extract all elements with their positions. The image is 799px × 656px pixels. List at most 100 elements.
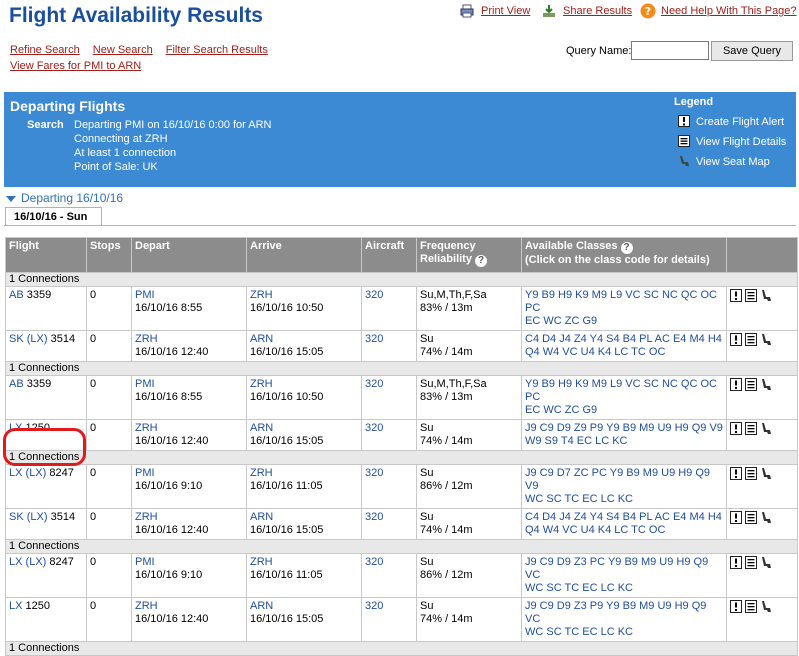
- depart-airport-link[interactable]: ZRH: [135, 422, 158, 434]
- new-search-link[interactable]: New Search: [93, 44, 153, 56]
- save-query-button[interactable]: Save Query: [711, 41, 793, 61]
- query-name-input[interactable]: [631, 41, 709, 60]
- seat-map-icon[interactable]: [760, 467, 772, 480]
- refine-search-link[interactable]: Refine Search: [10, 44, 80, 56]
- class-codes[interactable]: WC SC TC EC LC KC: [525, 582, 633, 594]
- depart-airport-link[interactable]: ZRH: [135, 600, 158, 612]
- create-alert-icon[interactable]: [730, 511, 742, 524]
- classes-cell[interactable]: Y9 B9 H9 K9 M9 L9 VC SC NC QC OC PC EC WC…: [521, 286, 727, 331]
- depart-airport-link[interactable]: ZRH: [135, 333, 158, 345]
- carrier-link[interactable]: LX: [9, 600, 22, 612]
- seat-map-icon[interactable]: [760, 600, 772, 613]
- aircraft-link[interactable]: 320: [365, 378, 383, 390]
- operator-link[interactable]: (LX): [27, 511, 48, 523]
- flight-details-icon[interactable]: [745, 378, 757, 391]
- depart-airport-link[interactable]: PMI: [135, 289, 155, 301]
- create-alert-icon[interactable]: [730, 467, 742, 480]
- classes-cell[interactable]: J9 C9 D9 Z9 P9 Y9 B9 M9 U9 H9 Q9 V9 W9 S9…: [521, 419, 727, 451]
- class-codes[interactable]: J9 C9 D7 ZC PC Y9 B9 M9 U9 H9 Q9 V9: [525, 467, 710, 492]
- tab-date-sunday[interactable]: 16/10/16 - Sun: [5, 207, 102, 226]
- seat-map-icon[interactable]: [760, 422, 772, 435]
- flight-details-icon[interactable]: [745, 600, 757, 613]
- share-icon[interactable]: [542, 4, 556, 18]
- seat-map-icon[interactable]: [760, 289, 772, 302]
- class-codes[interactable]: WC SC TC EC LC KC: [525, 493, 633, 505]
- class-codes[interactable]: W9 S9 T4 EC LC KC: [525, 435, 628, 447]
- arrive-airport-link[interactable]: ARN: [250, 600, 273, 612]
- flight-details-icon[interactable]: [745, 289, 757, 302]
- class-codes[interactable]: J9 C9 D9 Z9 P9 Y9 B9 M9 U9 H9 Q9 V9: [525, 422, 723, 434]
- class-codes[interactable]: J9 C9 D9 Z3 PC Y9 B9 M9 U9 H9 Q9 VC: [525, 556, 708, 581]
- aircraft-link[interactable]: 320: [365, 556, 383, 568]
- arrive-airport-link[interactable]: ZRH: [250, 289, 273, 301]
- flight-details-icon[interactable]: [745, 467, 757, 480]
- classes-cell[interactable]: C4 D4 J4 Z4 Y4 S4 B4 PL AC E4 M4 H4 Q4 W4…: [521, 330, 727, 362]
- arrive-airport-link[interactable]: ZRH: [250, 556, 273, 568]
- operator-link[interactable]: (LX): [27, 333, 48, 345]
- flight-details-icon[interactable]: [745, 422, 757, 435]
- share-results-link[interactable]: Share Results: [563, 5, 632, 17]
- class-codes[interactable]: C4 D4 J4 Z4 Y4 S4 B4 PL AC E4 M4 H4: [525, 511, 722, 523]
- seat-map-icon[interactable]: [760, 378, 772, 391]
- arrive-airport-link[interactable]: ARN: [250, 333, 273, 345]
- flight-details-icon[interactable]: [745, 333, 757, 346]
- carrier-link[interactable]: SK: [9, 333, 24, 345]
- class-codes[interactable]: Y9 B9 H9 K9 M9 L9 VC SC NC QC OC PC: [525, 378, 717, 403]
- aircraft-link[interactable]: 320: [365, 333, 383, 345]
- flight-details-icon[interactable]: [745, 556, 757, 569]
- classes-cell[interactable]: J9 C9 D7 ZC PC Y9 B9 M9 U9 H9 Q9 V9 WC SC…: [521, 464, 727, 509]
- flight-details-icon[interactable]: [745, 511, 757, 524]
- seat-map-icon[interactable]: [760, 333, 772, 346]
- create-alert-icon[interactable]: [730, 333, 742, 346]
- depart-airport-link[interactable]: PMI: [135, 378, 155, 390]
- filter-results-link[interactable]: Filter Search Results: [166, 44, 268, 56]
- reliability-help-icon[interactable]: ?: [475, 255, 488, 267]
- depart-airport-link[interactable]: PMI: [135, 467, 155, 479]
- carrier-link[interactable]: SK: [9, 511, 24, 523]
- create-alert-icon[interactable]: [730, 600, 742, 613]
- carrier-link[interactable]: AB: [9, 289, 24, 301]
- classes-cell[interactable]: C4 D4 J4 Z4 Y4 S4 B4 PL AC E4 M4 H4 Q4 W4…: [521, 508, 727, 540]
- aircraft-link[interactable]: 320: [365, 600, 383, 612]
- arrive-airport-link[interactable]: ZRH: [250, 378, 273, 390]
- classes-cell[interactable]: J9 C9 D9 Z3 PC Y9 B9 M9 U9 H9 Q9 VC WC SC…: [521, 553, 727, 598]
- create-alert-icon[interactable]: [730, 422, 742, 435]
- operator-link[interactable]: (LX): [26, 467, 47, 479]
- help-icon[interactable]: ?: [640, 3, 656, 19]
- help-link[interactable]: Need Help With This Page?: [661, 5, 797, 17]
- class-codes[interactable]: J9 C9 D9 Z3 P9 Y9 B9 M9 U9 H9 Q9 VC: [525, 600, 706, 625]
- carrier-link[interactable]: LX: [9, 556, 22, 568]
- class-codes[interactable]: EC WC ZC G9: [525, 315, 597, 327]
- print-view-link[interactable]: Print View: [481, 5, 530, 17]
- class-codes[interactable]: Q4 W4 VC U4 K4 LC TC OC: [525, 524, 665, 536]
- carrier-link[interactable]: LX: [9, 422, 22, 434]
- classes-cell[interactable]: Y9 B9 H9 K9 M9 L9 VC SC NC QC OC PC EC WC…: [521, 375, 727, 420]
- arrive-airport-link[interactable]: ZRH: [250, 467, 273, 479]
- carrier-link[interactable]: LX: [9, 467, 22, 479]
- class-codes[interactable]: Q4 W4 VC U4 K4 LC TC OC: [525, 346, 665, 358]
- class-codes[interactable]: C4 D4 J4 Z4 Y4 S4 B4 PL AC E4 M4 H4: [525, 333, 722, 345]
- class-codes[interactable]: WC SC TC EC LC KC: [525, 626, 633, 638]
- aircraft-link[interactable]: 320: [365, 422, 383, 434]
- class-codes[interactable]: Y9 B9 H9 K9 M9 L9 VC SC NC QC OC PC: [525, 289, 717, 314]
- depart-airport-link[interactable]: PMI: [135, 556, 155, 568]
- departing-section-toggle[interactable]: Departing 16/10/16: [6, 191, 123, 205]
- create-alert-icon[interactable]: [730, 289, 742, 302]
- arrive-airport-link[interactable]: ARN: [250, 511, 273, 523]
- seat-map-icon[interactable]: [760, 556, 772, 569]
- operator-link[interactable]: (LX): [26, 556, 47, 568]
- aircraft-link[interactable]: 320: [365, 511, 383, 523]
- create-alert-icon[interactable]: [730, 556, 742, 569]
- seat-map-icon[interactable]: [760, 511, 772, 524]
- classes-help-icon[interactable]: ?: [620, 242, 633, 254]
- view-fares-link[interactable]: View Fares for PMI to ARN: [10, 60, 141, 72]
- create-alert-icon[interactable]: [730, 378, 742, 391]
- classes-cell[interactable]: J9 C9 D9 Z3 P9 Y9 B9 M9 U9 H9 Q9 VC WC SC…: [521, 597, 727, 642]
- carrier-link[interactable]: AB: [9, 378, 24, 390]
- class-codes[interactable]: EC WC ZC G9: [525, 404, 597, 416]
- aircraft-link[interactable]: 320: [365, 467, 383, 479]
- print-icon[interactable]: [460, 4, 474, 18]
- arrive-airport-link[interactable]: ARN: [250, 422, 273, 434]
- aircraft-link[interactable]: 320: [365, 289, 383, 301]
- depart-airport-link[interactable]: ZRH: [135, 511, 158, 523]
